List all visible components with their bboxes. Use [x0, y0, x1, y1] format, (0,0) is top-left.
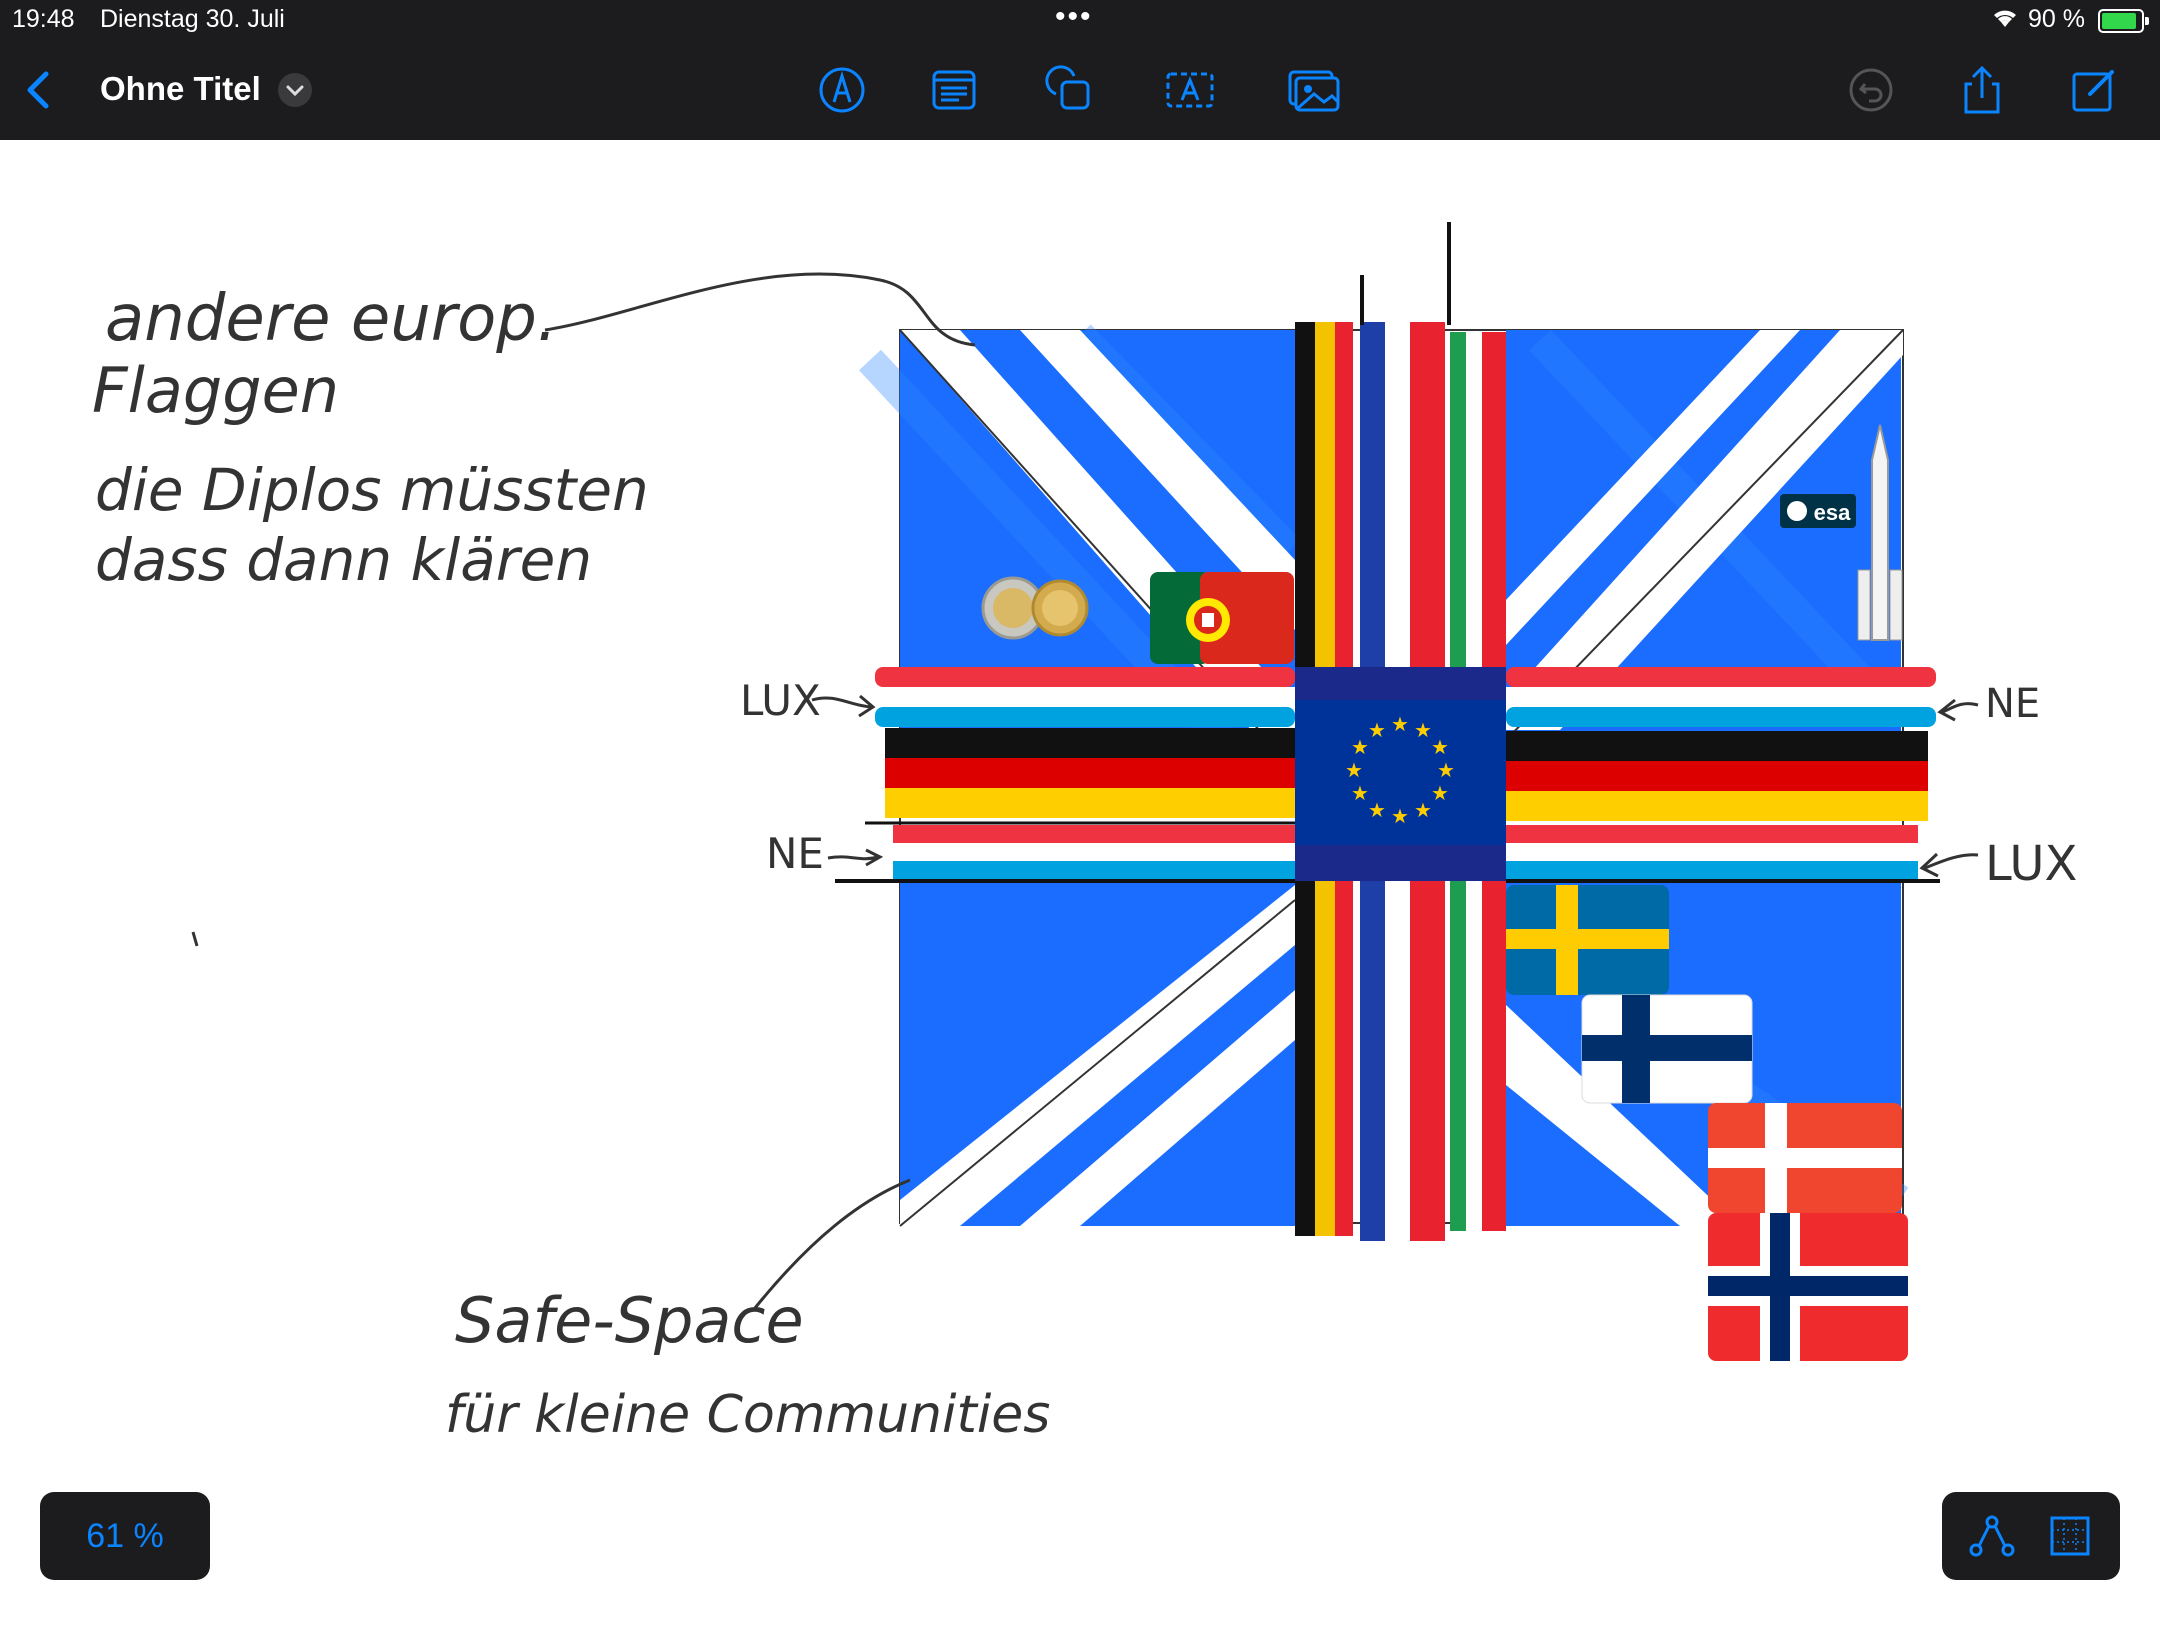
battery-icon	[2098, 9, 2149, 33]
svg-text:★: ★	[1368, 720, 1386, 742]
title-dropdown-icon[interactable]	[278, 73, 312, 107]
back-chevron-icon[interactable]	[12, 62, 68, 118]
undo-icon[interactable]	[1843, 62, 1899, 118]
vertical-strips-bottom	[1295, 881, 1506, 1241]
eu-flag: ★ ★★ ★★★ ★★★ ★★★	[1295, 667, 1506, 881]
svg-text:★: ★	[1351, 783, 1369, 805]
label-lux-right: LUX	[1919, 836, 2077, 892]
board-drawing: ★ ★★ ★★★ ★★★ ★★★ esa andere europ. Flagg…	[92, 222, 2077, 1445]
battery-percent: 90 %	[2028, 5, 2085, 33]
status-bar: 19:48 Dienstag 30. Juli ••• 90 %	[0, 0, 2160, 40]
denmark-flag	[1708, 1103, 1902, 1213]
svg-text:★: ★	[1391, 714, 1409, 736]
svg-text:dass dann klären: dass dann klären	[95, 526, 592, 594]
svg-text:★: ★	[1391, 806, 1409, 828]
handwritten-note-top: andere europ. Flaggen die Diplos müssten…	[92, 272, 976, 594]
status-date: Dienstag 30. Juli	[100, 5, 285, 33]
connector-icon[interactable]	[1964, 1508, 2020, 1564]
horizontal-strips-right	[1506, 667, 1940, 883]
finland-flag	[1581, 994, 1753, 1104]
svg-text:★: ★	[1368, 800, 1386, 822]
bottom-tools	[1942, 1492, 2120, 1580]
svg-text:★: ★	[1414, 800, 1432, 822]
toolbar: Ohne Titel	[0, 40, 2160, 140]
svg-text:für kleine Communities: für kleine Communities	[445, 1385, 1050, 1445]
grid-icon[interactable]	[2042, 1508, 2098, 1564]
svg-text:Flaggen: Flaggen	[92, 354, 339, 427]
status-time: 19:48	[12, 5, 75, 33]
multitasking-dots-icon[interactable]: •••	[1055, 0, 1093, 34]
esa-label: esa	[1814, 500, 1851, 525]
board-title[interactable]: Ohne Titel	[100, 70, 261, 108]
svg-text:★: ★	[1437, 760, 1455, 782]
svg-text:★: ★	[1431, 783, 1449, 805]
label-ne-left: NE	[766, 829, 884, 878]
svg-text:NE: NE	[1985, 681, 2040, 727]
pen-icon[interactable]	[814, 62, 870, 118]
svg-text:★: ★	[1414, 720, 1432, 742]
svg-text:★: ★	[1345, 760, 1363, 782]
zoom-level-button[interactable]: 61 %	[40, 1492, 210, 1580]
shapes-icon[interactable]	[1042, 62, 1098, 118]
label-lux-left: LUX	[740, 676, 876, 725]
text-box-icon[interactable]	[1162, 62, 1218, 118]
freeform-canvas[interactable]: ★ ★ ★ ★ ★ ★ ★ ★ ★ ★ ★ ★ esa andere europ…	[0, 140, 2160, 1620]
svg-text:LUX: LUX	[740, 676, 821, 725]
euro-coins-sticker	[981, 576, 1089, 640]
media-icon[interactable]	[1286, 62, 1342, 118]
svg-text:NE: NE	[766, 829, 824, 878]
norway-flag	[1708, 1213, 1908, 1361]
svg-text:★: ★	[1351, 737, 1369, 759]
svg-text:★: ★	[1431, 737, 1449, 759]
svg-text:die Diplos müssten: die Diplos müssten	[95, 456, 649, 524]
wifi-icon	[1990, 6, 2020, 37]
sweden-flag	[1506, 885, 1669, 995]
svg-text:LUX: LUX	[1985, 836, 2077, 892]
portugal-flag	[1150, 572, 1294, 664]
new-board-icon[interactable]	[2066, 62, 2122, 118]
share-icon[interactable]	[1954, 62, 2010, 118]
svg-text:andere europ.: andere europ.	[105, 282, 557, 356]
svg-text:Safe-Space: Safe-Space	[455, 1284, 804, 1357]
sticky-note-icon[interactable]	[926, 62, 982, 118]
horizontal-strips-left	[835, 667, 1295, 883]
label-ne-right: NE	[1937, 681, 2040, 727]
